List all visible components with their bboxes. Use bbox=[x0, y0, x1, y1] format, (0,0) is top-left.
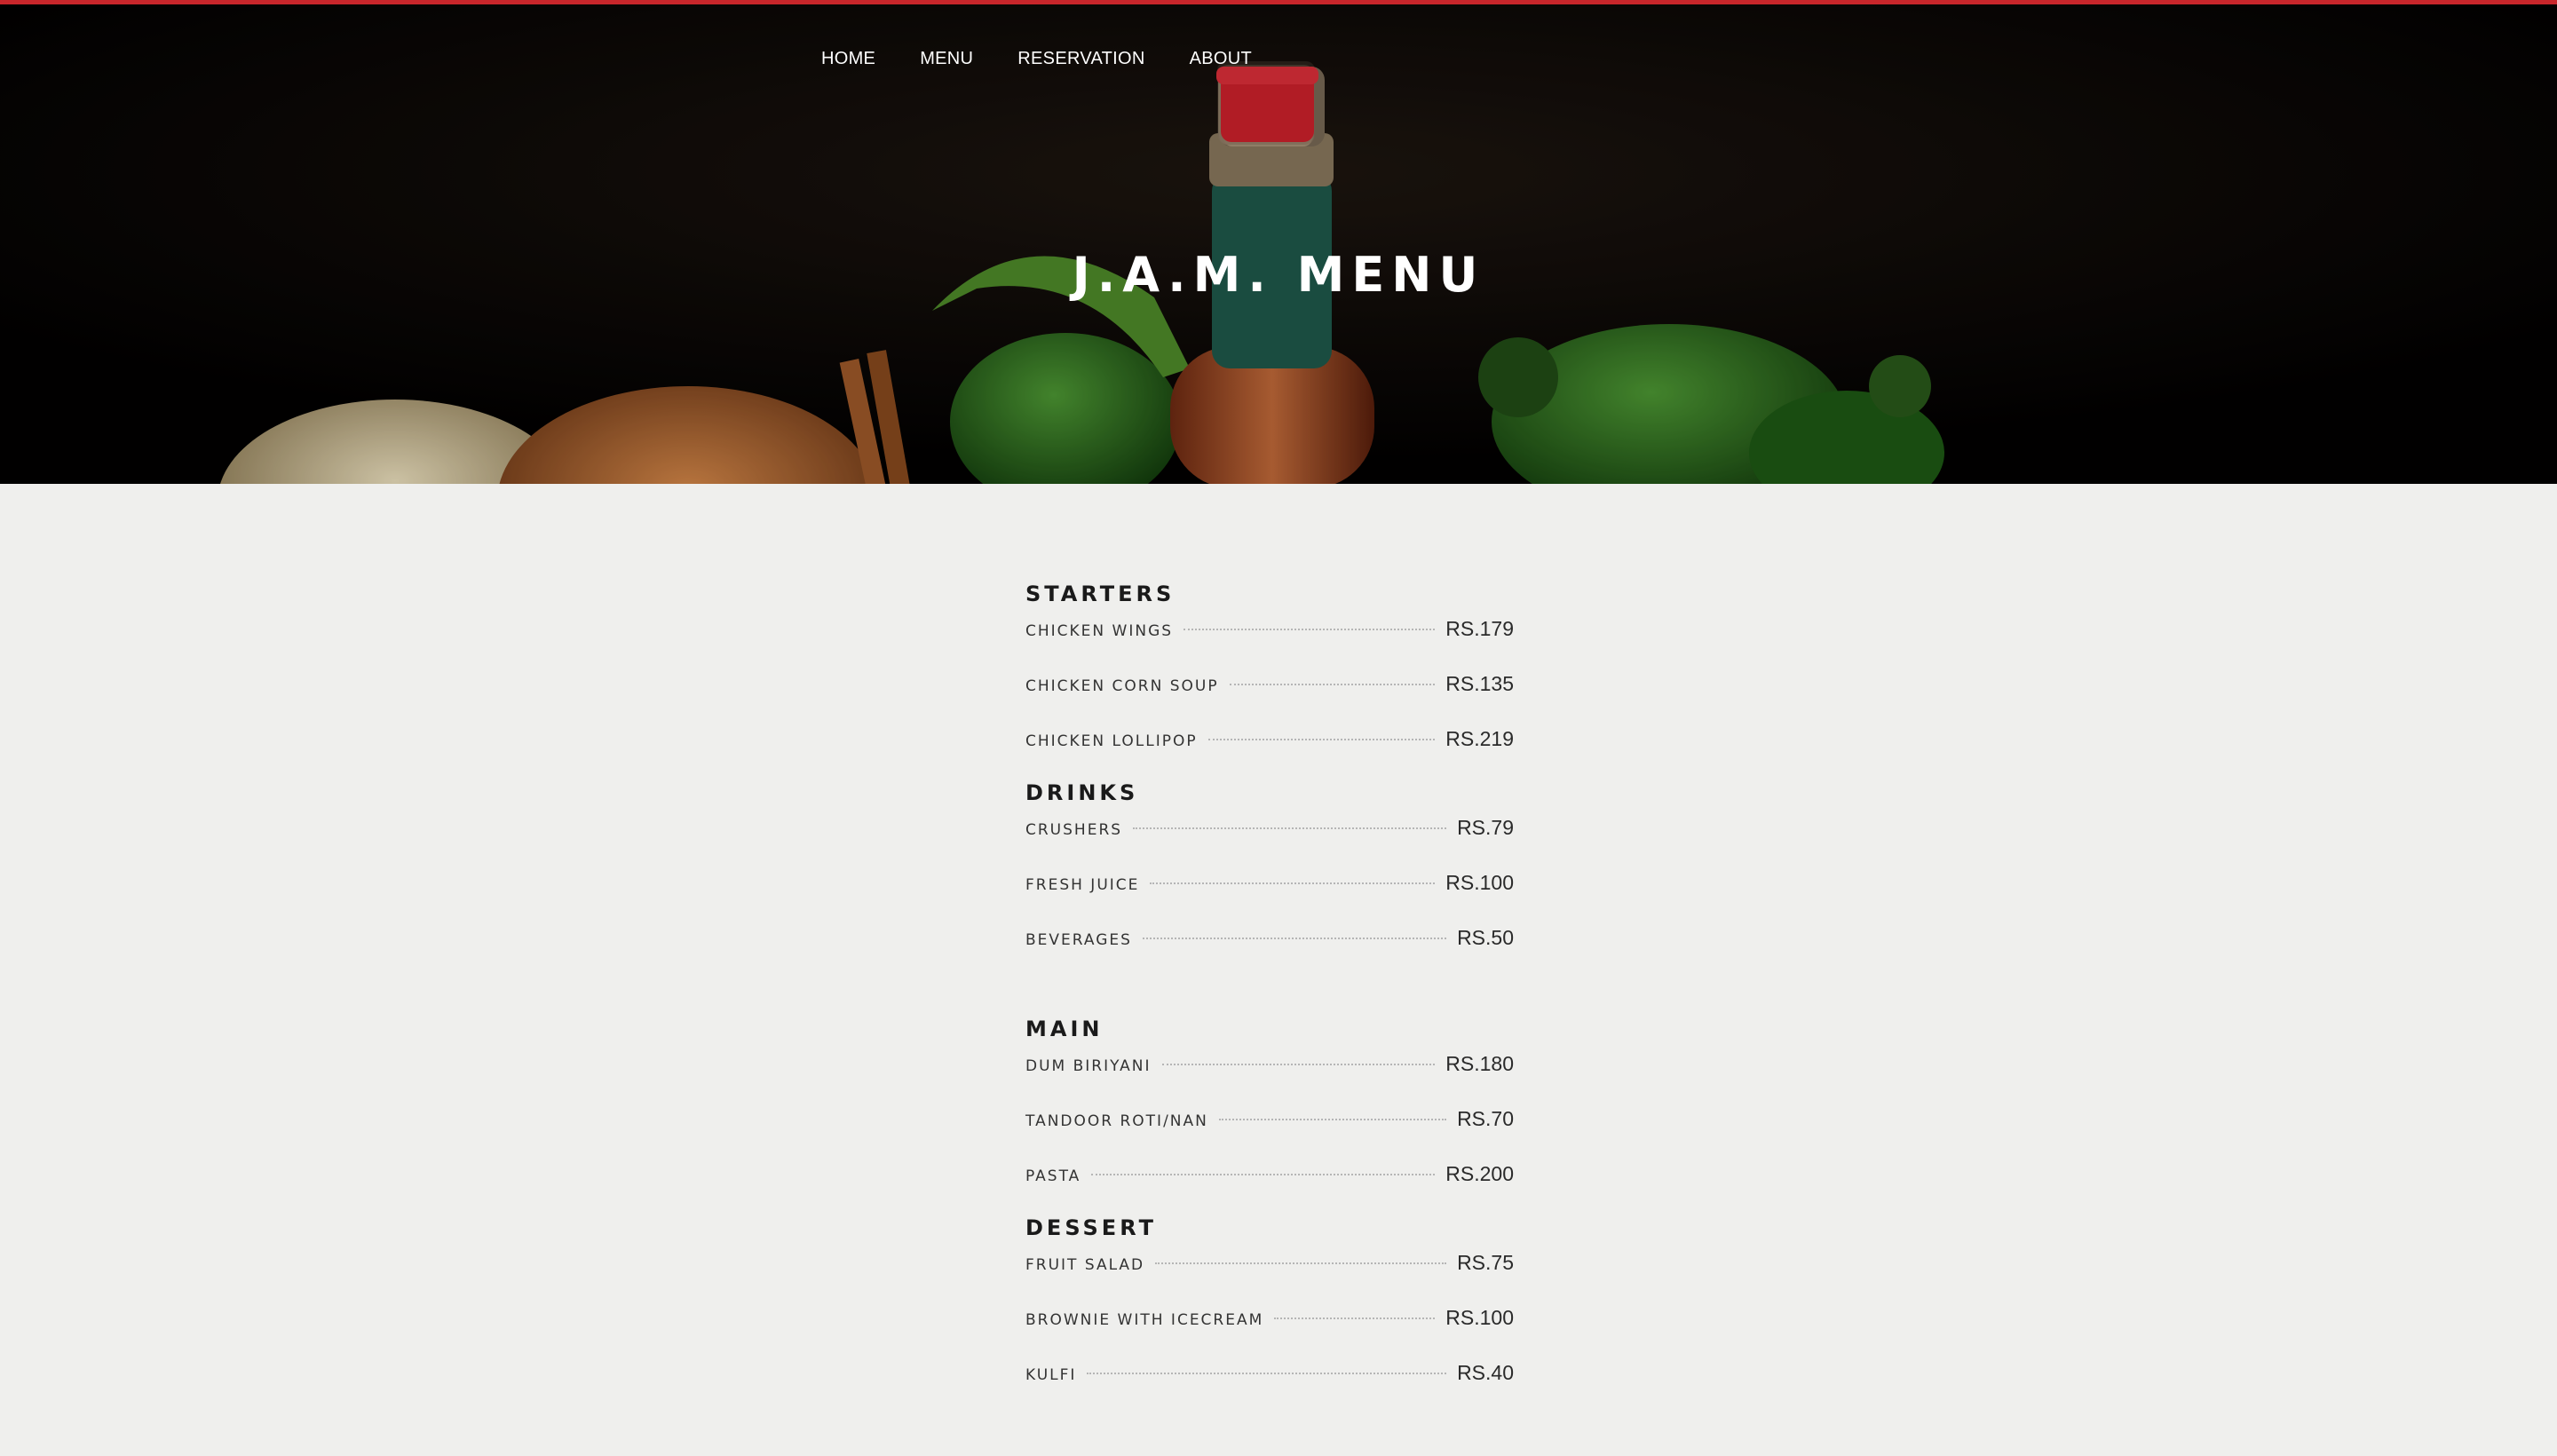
dotted-leader bbox=[1207, 739, 1436, 740]
menu-item-name: CHICKEN CORN SOUP bbox=[1025, 677, 1219, 695]
section-title: MAIN bbox=[1025, 1017, 1104, 1041]
menu-item-price: RS.100 bbox=[1445, 871, 1514, 894]
menu-item-name: FRESH JUICE bbox=[1025, 876, 1140, 894]
menu-item: BEVERAGES RS.50 bbox=[1025, 920, 1514, 975]
menu-item-price: RS.180 bbox=[1445, 1052, 1514, 1075]
menu-item: KULFI RS.40 bbox=[1025, 1355, 1514, 1410]
menu-item: DUM BIRIYANI RS.180 bbox=[1025, 1046, 1514, 1101]
menu-item-price: RS.40 bbox=[1457, 1361, 1514, 1384]
nav-reservation[interactable]: RESERVATION bbox=[1017, 49, 1144, 69]
menu-item-name: CHICKEN WINGS bbox=[1025, 622, 1174, 640]
menu-item: PASTA RS.200 bbox=[1025, 1156, 1514, 1211]
menu-item-name: PASTA bbox=[1025, 1167, 1081, 1185]
dotted-leader bbox=[1142, 938, 1447, 939]
menu-list: STARTERS CHICKEN WINGS RS.179 CHICKEN CO… bbox=[1025, 577, 1514, 1410]
dotted-leader bbox=[1087, 1373, 1447, 1374]
menu-section-starters: STARTERS CHICKEN WINGS RS.179 CHICKEN CO… bbox=[1025, 577, 1514, 776]
dotted-leader bbox=[1229, 684, 1436, 685]
menu-item-name: CHICKEN LOLLIPOP bbox=[1025, 732, 1198, 750]
menu-section-main: MAIN DUM BIRIYANI RS.180 TANDOOR ROTI/NA… bbox=[1025, 1012, 1514, 1211]
section-title: DESSERT bbox=[1025, 1215, 1157, 1240]
menu-item-price: RS.70 bbox=[1457, 1107, 1514, 1130]
menu-section-drinks: DRINKS CRUSHERS RS.79 FRESH JUICE RS.100… bbox=[1025, 776, 1514, 975]
menu-item-price: RS.135 bbox=[1445, 672, 1514, 695]
section-title: DRINKS bbox=[1025, 780, 1139, 805]
menu-item-price: RS.200 bbox=[1445, 1162, 1514, 1185]
menu-item: CHICKEN LOLLIPOP RS.219 bbox=[1025, 721, 1514, 776]
menu-item-name: BROWNIE WITH ICECREAM bbox=[1025, 1311, 1264, 1329]
menu-item: CRUSHERS RS.79 bbox=[1025, 810, 1514, 865]
menu-item-price: RS.219 bbox=[1445, 727, 1514, 750]
menu-item-name: FRUIT SALAD bbox=[1025, 1256, 1145, 1274]
menu-item: BROWNIE WITH ICECREAM RS.100 bbox=[1025, 1300, 1514, 1355]
menu-item: TANDOOR ROTI/NAN RS.70 bbox=[1025, 1101, 1514, 1156]
nav-menu[interactable]: MENU bbox=[920, 49, 973, 69]
dotted-leader bbox=[1091, 1174, 1436, 1175]
menu-section-dessert: DESSERT FRUIT SALAD RS.75 BROWNIE WITH I… bbox=[1025, 1211, 1514, 1410]
menu-item-name: CRUSHERS bbox=[1025, 821, 1123, 839]
menu-item: CHICKEN WINGS RS.179 bbox=[1025, 611, 1514, 666]
menu-item: FRUIT SALAD RS.75 bbox=[1025, 1245, 1514, 1300]
nav-about[interactable]: ABOUT bbox=[1190, 49, 1252, 69]
page-title: J.A.M. MENU bbox=[1072, 247, 1485, 303]
menu-item-name: DUM BIRIYANI bbox=[1025, 1057, 1152, 1075]
menu-item: FRESH JUICE RS.100 bbox=[1025, 865, 1514, 920]
dotted-leader bbox=[1274, 1318, 1436, 1319]
dotted-leader bbox=[1150, 882, 1436, 884]
menu-item-name: KULFI bbox=[1025, 1366, 1077, 1384]
hero-background-image bbox=[0, 4, 2557, 484]
section-title: STARTERS bbox=[1025, 582, 1176, 606]
menu-item-name: BEVERAGES bbox=[1025, 931, 1132, 949]
menu-item-price: RS.179 bbox=[1445, 617, 1514, 640]
menu-item-name: TANDOOR ROTI/NAN bbox=[1025, 1112, 1208, 1130]
dotted-leader bbox=[1155, 1262, 1447, 1264]
menu-item-price: RS.100 bbox=[1445, 1306, 1514, 1329]
dotted-leader bbox=[1184, 629, 1436, 630]
menu-item: CHICKEN CORN SOUP RS.135 bbox=[1025, 666, 1514, 721]
dotted-leader bbox=[1218, 1119, 1447, 1120]
hero-banner: HOME MENU RESERVATION ABOUT J.A.M. MENU bbox=[0, 4, 2557, 484]
main-nav: HOME MENU RESERVATION ABOUT bbox=[821, 49, 1296, 69]
nav-home[interactable]: HOME bbox=[821, 49, 875, 69]
menu-item-price: RS.79 bbox=[1457, 816, 1514, 839]
dotted-leader bbox=[1133, 827, 1447, 829]
dotted-leader bbox=[1161, 1064, 1436, 1065]
menu-item-price: RS.50 bbox=[1457, 926, 1514, 949]
menu-item-price: RS.75 bbox=[1457, 1251, 1514, 1274]
